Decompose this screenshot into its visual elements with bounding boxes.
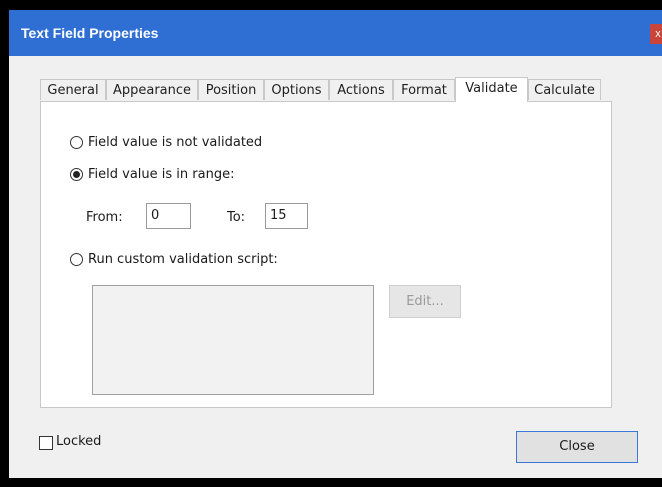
to-label: To: — [227, 210, 246, 225]
option-custom-script[interactable]: Run custom validation script: — [70, 252, 278, 267]
option-custom-script-label: Run custom validation script: — [88, 252, 278, 267]
radio-not-validated[interactable] — [70, 136, 83, 149]
text-field-properties-dialog: Text Field Properties x General Appearan… — [9, 10, 662, 478]
to-input[interactable]: 15 — [265, 203, 308, 229]
tab-options[interactable]: Options — [264, 79, 329, 100]
option-in-range[interactable]: Field value is in range: — [70, 167, 234, 182]
dialog-title: Text Field Properties — [21, 25, 159, 41]
locked-label: Locked — [56, 434, 102, 449]
close-button[interactable]: Close — [516, 431, 638, 463]
tab-appearance[interactable]: Appearance — [106, 79, 198, 100]
option-not-validated-label: Field value is not validated — [88, 135, 263, 150]
radio-in-range[interactable] — [70, 168, 83, 181]
tab-general[interactable]: General — [40, 79, 106, 100]
radio-custom-script[interactable] — [70, 253, 83, 266]
locked-checkbox[interactable] — [39, 436, 53, 450]
custom-script-textarea[interactable] — [92, 285, 374, 395]
from-input[interactable]: 0 — [146, 203, 191, 229]
option-in-range-label: Field value is in range: — [88, 167, 235, 182]
tab-validate[interactable]: Validate — [455, 77, 528, 102]
option-not-validated[interactable]: Field value is not validated — [70, 135, 262, 150]
from-label: From: — [86, 210, 123, 225]
tab-format[interactable]: Format — [393, 79, 455, 100]
tab-actions[interactable]: Actions — [329, 79, 393, 100]
tab-position[interactable]: Position — [198, 79, 264, 100]
edit-script-button[interactable]: Edit... — [389, 285, 461, 318]
tab-calculate[interactable]: Calculate — [528, 79, 601, 100]
title-bar[interactable]: Text Field Properties x — [9, 10, 662, 56]
window-close-icon[interactable]: x — [650, 24, 662, 44]
validate-panel: Field value is not validated Field value… — [40, 101, 612, 408]
